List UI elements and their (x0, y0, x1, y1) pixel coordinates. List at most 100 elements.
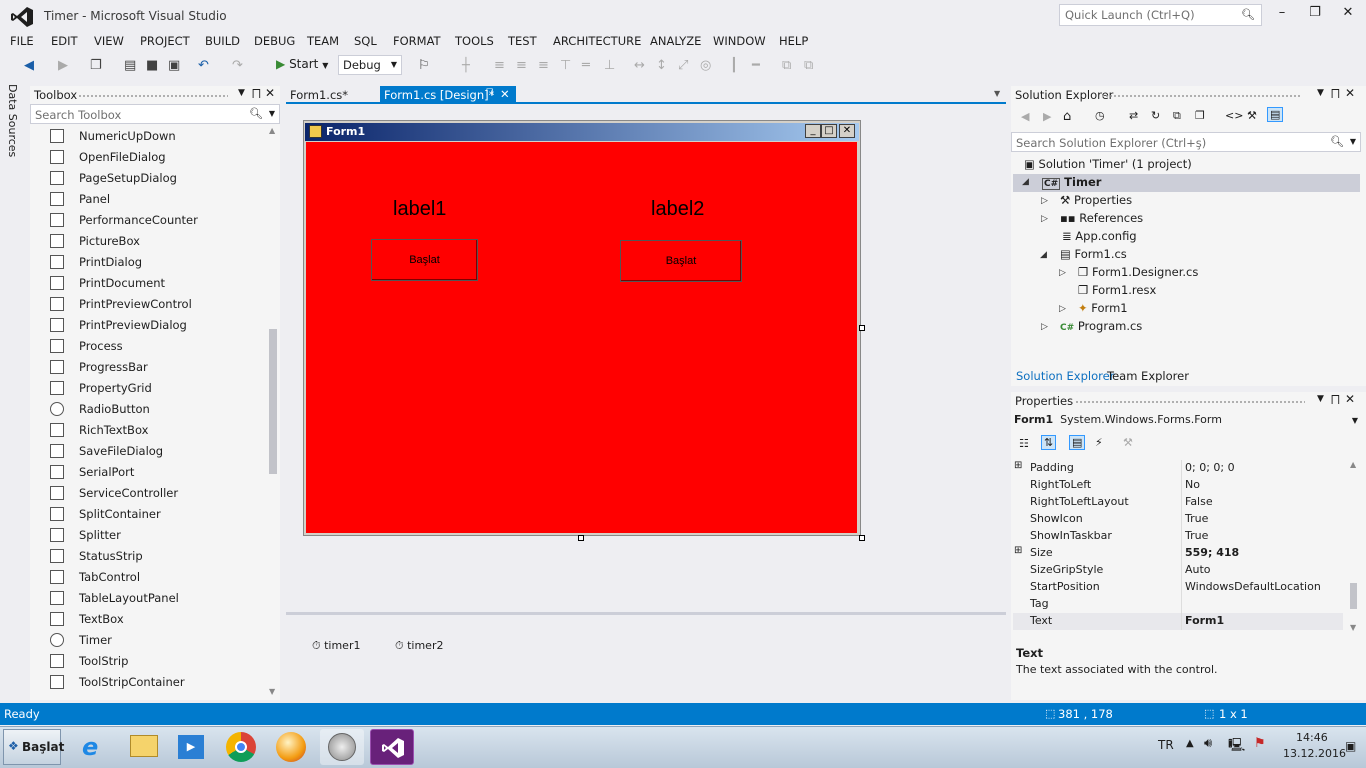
menu-window[interactable]: WINDOW (713, 34, 766, 48)
align-lefts-icon[interactable]: ≡ (494, 57, 505, 75)
tree-form1-designer[interactable]: ❐ Form1.Designer.cs (1078, 265, 1198, 283)
prop-row-righttoleftlayout[interactable]: RightToLeftLayout False (1013, 494, 1343, 511)
file-explorer-taskbar-icon[interactable] (122, 729, 166, 765)
property-pages-icon[interactable]: ⚒ (1123, 436, 1133, 449)
view-code-icon[interactable]: <> (1225, 109, 1243, 122)
expanded-arrow-icon[interactable]: ◢ (1022, 177, 1029, 187)
align-grid-icon[interactable]: ┼ (462, 57, 470, 75)
save-icon[interactable]: ■ (146, 57, 158, 75)
tray-timer1[interactable]: ⏱︎ timer1 (312, 639, 360, 653)
menu-help[interactable]: HELP (779, 34, 808, 48)
label2[interactable]: label2 (651, 198, 704, 221)
data-sources-tab[interactable]: Data Sources (6, 84, 19, 157)
toolbox-item-toolstripcontainer[interactable]: ToolStripContainer (30, 672, 266, 693)
quick-launch-input[interactable]: Quick Launch (Ctrl+Q) 🔍︎ (1059, 4, 1262, 26)
toolbox-item-propertygrid[interactable]: PropertyGrid (30, 378, 266, 399)
scroll-down-icon[interactable]: ▼ (269, 687, 275, 696)
forward-icon[interactable]: ▶ (1043, 110, 1051, 123)
toolbox-item-timer[interactable]: Timer (30, 630, 266, 651)
scrollbar-thumb[interactable] (269, 329, 277, 474)
horizontal-spacing-icon[interactable]: ┃ (730, 57, 738, 75)
property-grid-divider[interactable] (1181, 460, 1182, 630)
toolbox-item-tablelayoutpanel[interactable]: TableLayoutPanel (30, 588, 266, 609)
collapsed-arrow-icon[interactable]: ▷ (1059, 304, 1066, 314)
tab-overflow-icon[interactable]: ▼ (994, 89, 1000, 98)
toolbox-item-tabcontrol[interactable]: TabControl (30, 567, 266, 588)
form-client-area[interactable] (306, 142, 857, 533)
toolbox-item-panel[interactable]: Panel (30, 189, 266, 210)
prop-row-tag[interactable]: Tag (1013, 596, 1343, 613)
align-rights-icon[interactable]: ≡ (538, 57, 549, 75)
close-icon[interactable]: ✕ (265, 86, 275, 100)
pending-changes-icon[interactable]: ◷ (1095, 109, 1105, 122)
new-project-icon[interactable]: ❐ (90, 57, 102, 75)
tree-solution[interactable]: ▣ Solution 'Timer' (1 project) (1024, 157, 1192, 175)
chevron-down-icon[interactable]: ▼ (238, 88, 245, 98)
toolbox-item-openfiledialog[interactable]: OpenFileDialog (30, 147, 266, 168)
expand-icon[interactable]: ⊞ (1014, 460, 1022, 471)
menu-view[interactable]: VIEW (94, 34, 124, 48)
tree-app-config[interactable]: ≣ App.config (1062, 229, 1137, 247)
menu-project[interactable]: PROJECT (140, 34, 190, 48)
align-tops-icon[interactable]: ⊤ (560, 57, 571, 75)
menu-test[interactable]: TEST (508, 34, 537, 48)
toolbox-item-printpreviewcontrol[interactable]: PrintPreviewControl (30, 294, 266, 315)
open-file-icon[interactable]: ▤ (124, 57, 136, 75)
media-player-taskbar-icon[interactable]: ▶ (170, 729, 214, 765)
object-selector[interactable]: Form1 System.Windows.Forms.Form ▼ (1014, 413, 1360, 431)
alphabetical-icon[interactable]: ⇅ (1041, 435, 1057, 450)
expand-icon[interactable]: ⊞ (1014, 545, 1022, 556)
same-width-icon[interactable]: ↔ (634, 57, 645, 75)
toolbox-search-input[interactable]: Search Toolbox 🔍︎ ▼ (30, 104, 280, 124)
prop-row-showintaskbar[interactable]: ShowInTaskbar True (1013, 528, 1343, 545)
visual-studio-taskbar-icon[interactable] (370, 729, 414, 765)
internet-explorer-taskbar-icon[interactable]: e (72, 729, 116, 765)
resize-handle-right[interactable] (859, 325, 865, 331)
toolbox-item-savefiledialog[interactable]: SaveFileDialog (30, 441, 266, 462)
toolbox-item-statusstrip[interactable]: StatusStrip (30, 546, 266, 567)
start-button-1[interactable]: Başlat (371, 239, 478, 281)
show-desktop-icon[interactable]: ▣ (1345, 739, 1356, 753)
chevron-down-icon[interactable]: ▼ (269, 109, 275, 118)
send-to-back-icon[interactable]: ⧉ (804, 57, 813, 75)
same-size-icon[interactable]: ⤢ (678, 57, 688, 75)
speaker-app-taskbar-icon[interactable] (320, 729, 364, 765)
tree-references[interactable]: ▪▪ References (1060, 211, 1143, 229)
prop-row-sizegripstyle[interactable]: SizeGripStyle Auto (1013, 562, 1343, 579)
menu-file[interactable]: FILE (10, 34, 34, 48)
minimize-button[interactable]: – (1268, 5, 1296, 25)
form-minimize-button[interactable]: _ (805, 124, 821, 138)
clock-date[interactable]: 13.12.2016 (1283, 747, 1346, 760)
pin-icon[interactable]: ⨅ (1331, 393, 1340, 407)
windows-start-button[interactable]: ❖ Başlat (3, 729, 64, 765)
resize-handle-corner[interactable] (859, 535, 865, 541)
back-icon[interactable]: ◀ (1021, 110, 1029, 123)
network-icon[interactable]: 🖳︎ (1228, 736, 1245, 758)
bring-to-front-icon[interactable]: ⧉ (782, 57, 791, 75)
menu-architecture[interactable]: ARCHITECTURE (553, 34, 641, 48)
start-debugging-button[interactable]: ▶ Start ▼ (276, 57, 328, 75)
chevron-down-icon[interactable]: ▼ (1317, 394, 1324, 404)
properties-wrench-icon[interactable]: ⚒ (1247, 109, 1257, 122)
prop-row-text[interactable]: Text Form1 (1013, 613, 1343, 630)
back-icon[interactable]: ◀ (24, 57, 34, 75)
resize-handle-bottom[interactable] (578, 535, 584, 541)
scroll-down-icon[interactable]: ▼ (1350, 623, 1356, 632)
volume-icon[interactable]: 🔊︎ (1204, 736, 1212, 751)
tree-form1-cs[interactable]: ▤ Form1.cs (1060, 247, 1127, 265)
tree-properties[interactable]: ⚒ Properties (1060, 193, 1132, 211)
solution-configuration-select[interactable]: Debug ▼ (338, 55, 402, 75)
toolbox-item-printpreviewdialog[interactable]: PrintPreviewDialog (30, 315, 266, 336)
collapsed-arrow-icon[interactable]: ▷ (1041, 214, 1048, 224)
language-indicator[interactable]: TR (1158, 738, 1174, 752)
refresh-icon[interactable]: ↻ (1151, 109, 1160, 122)
pin-icon[interactable]: ⨅ (486, 88, 493, 98)
toolbox-scrollbar[interactable]: ▲ ▼ (268, 126, 278, 696)
collapsed-arrow-icon[interactable]: ▷ (1059, 268, 1066, 278)
menu-team[interactable]: TEAM (307, 34, 339, 48)
categorized-icon[interactable]: ☷ (1019, 437, 1029, 450)
app-taskbar-icon[interactable] (270, 729, 314, 765)
close-window-button[interactable]: ✕ (1334, 5, 1362, 25)
tree-project-timer[interactable]: C# Timer (1042, 175, 1101, 193)
chrome-taskbar-icon[interactable] (220, 729, 264, 765)
